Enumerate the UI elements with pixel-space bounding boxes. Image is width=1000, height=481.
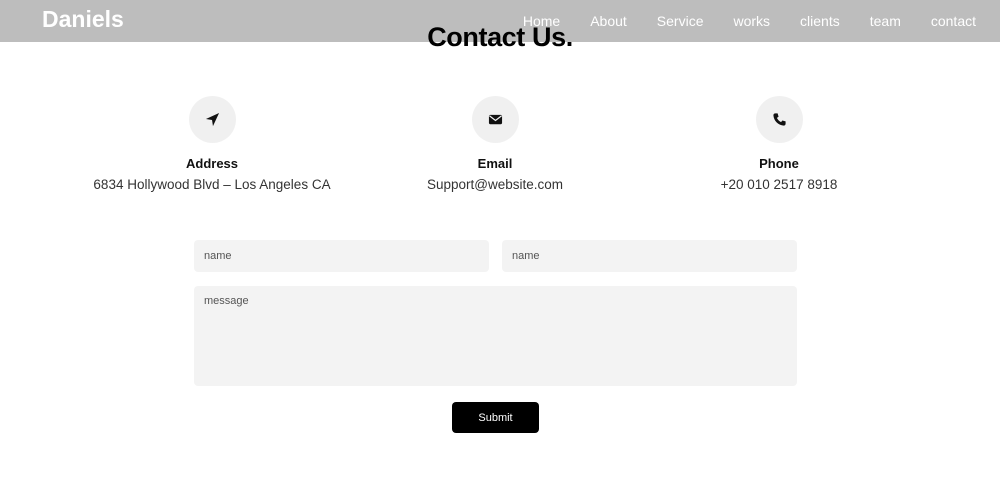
page-title: Contact Us. <box>427 22 573 52</box>
phone-icon <box>755 96 803 143</box>
email-value: Support@website.com <box>426 177 563 192</box>
second-name-input[interactable] <box>502 240 797 272</box>
phone-card: Phone +20 010 2517 8918 <box>629 96 929 192</box>
message-textarea[interactable] <box>194 286 797 386</box>
email-label: Email <box>477 156 513 171</box>
address-label: Address <box>185 156 239 171</box>
envelope-icon <box>471 96 519 143</box>
paper-plane-icon <box>188 96 236 143</box>
phone-value: +20 010 2517 8918 <box>720 177 838 192</box>
submit-button[interactable]: Submit <box>452 402 539 433</box>
first-name-input[interactable] <box>194 240 489 272</box>
email-card: Email Support@website.com <box>345 96 645 192</box>
address-card: Address 6834 Hollywood Blvd – Los Angele… <box>62 96 362 192</box>
address-value: 6834 Hollywood Blvd – Los Angeles CA <box>93 177 331 192</box>
phone-label: Phone <box>759 156 799 171</box>
